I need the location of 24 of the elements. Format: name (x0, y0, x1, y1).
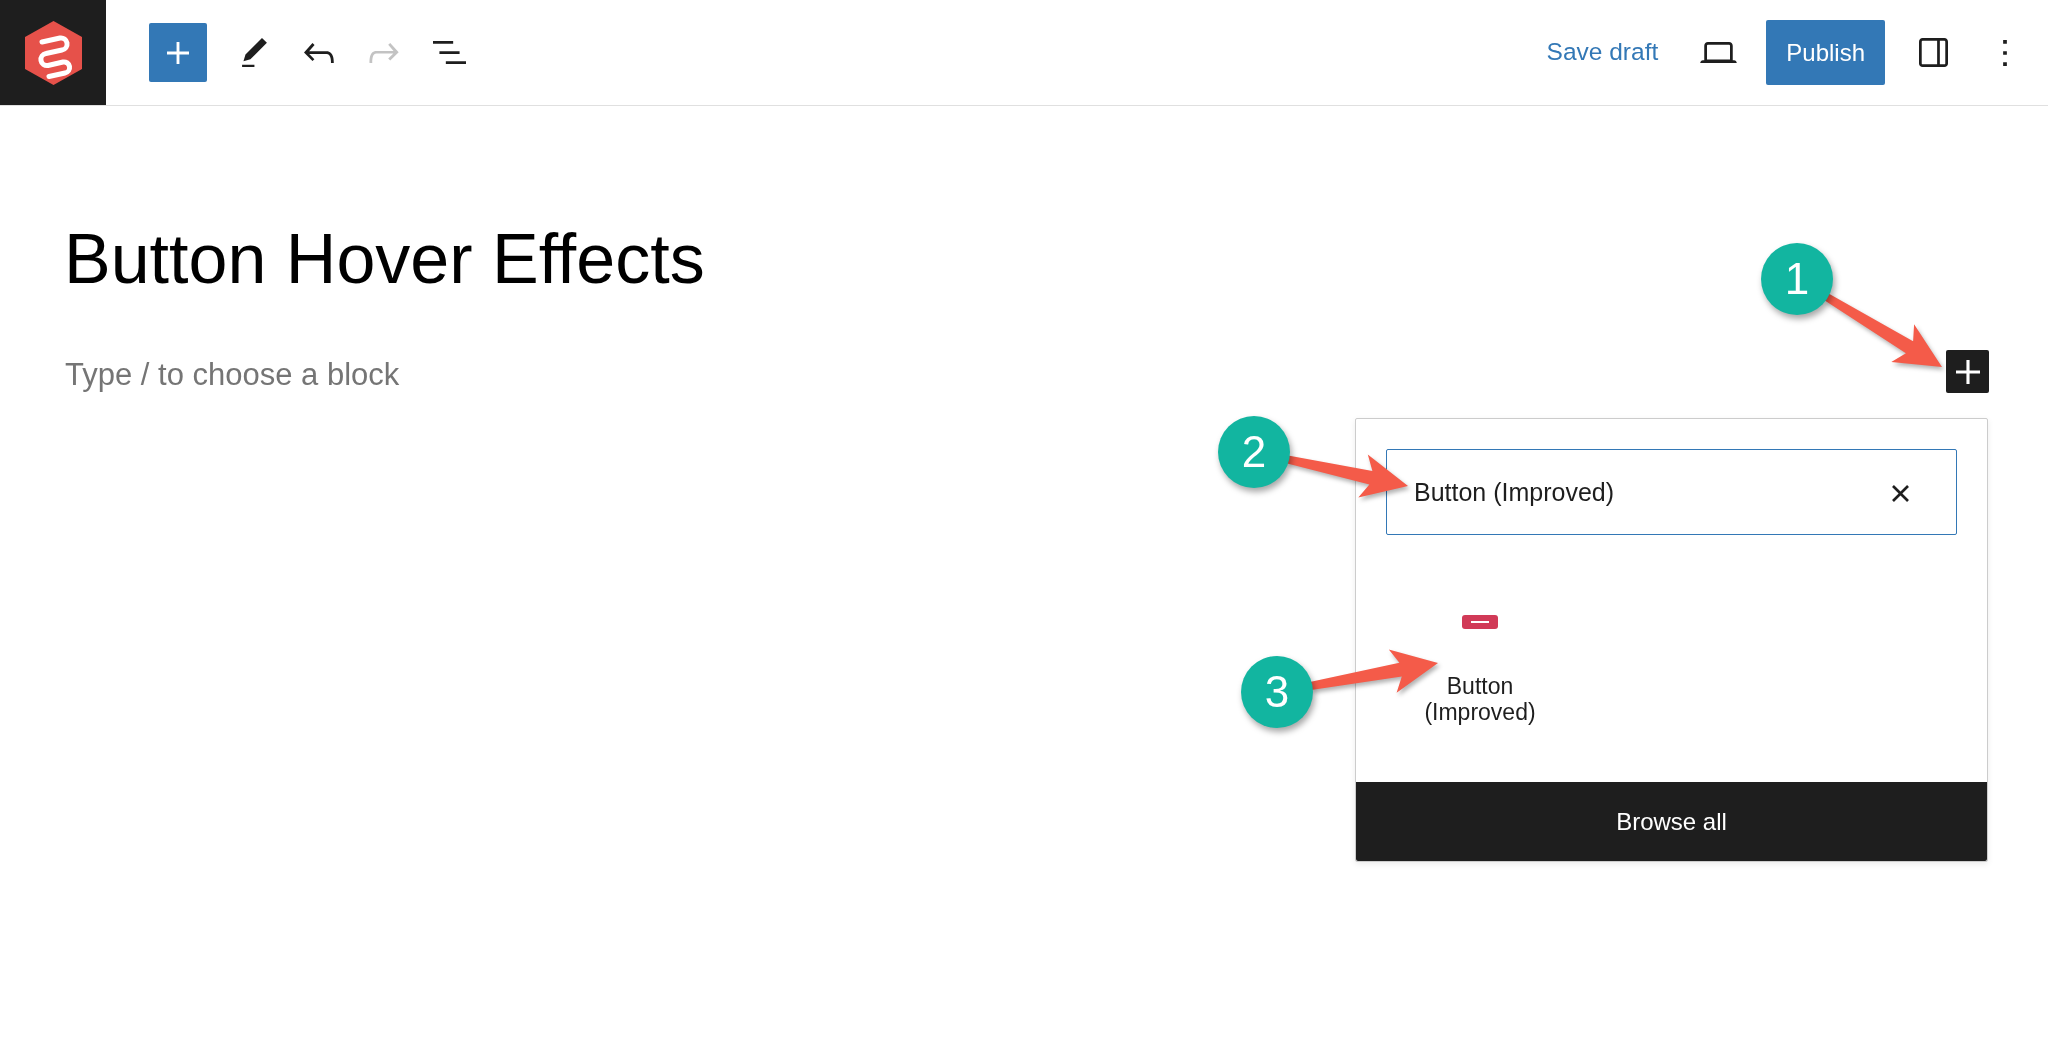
block-result-button[interactable]: Button (Improved) (1386, 615, 1574, 725)
rounded-bar-icon (1462, 615, 1498, 629)
save-draft-button[interactable]: Save draft (1538, 28, 1667, 77)
plus-icon (167, 41, 189, 64)
more-vertical-icon (2003, 39, 2007, 66)
close-icon (1891, 484, 1909, 502)
list-view-icon (432, 41, 466, 64)
publish-button[interactable]: Publish (1766, 20, 1885, 85)
plus-icon (1955, 359, 1980, 384)
paragraph-field[interactable]: Type / to choose a block (65, 353, 785, 396)
step-marker: 3 (1241, 656, 1313, 728)
undo-icon (304, 42, 334, 63)
step-marker: 2 (1218, 416, 1290, 488)
laptop-icon (1699, 42, 1737, 63)
pencil-icon (241, 38, 267, 67)
redo-icon (369, 42, 399, 63)
add-block-button[interactable] (1946, 350, 1989, 393)
site-logo-button[interactable] (0, 0, 106, 105)
post-title[interactable]: Button Hover Effects (64, 217, 705, 301)
hexagon-logo-icon (24, 20, 82, 85)
search-field[interactable]: Button (Improved) (1386, 449, 1957, 535)
browse-all-button[interactable]: Browse all (1356, 782, 1987, 861)
sidebar-icon (1918, 38, 1948, 67)
step-marker: 1 (1761, 243, 1833, 315)
